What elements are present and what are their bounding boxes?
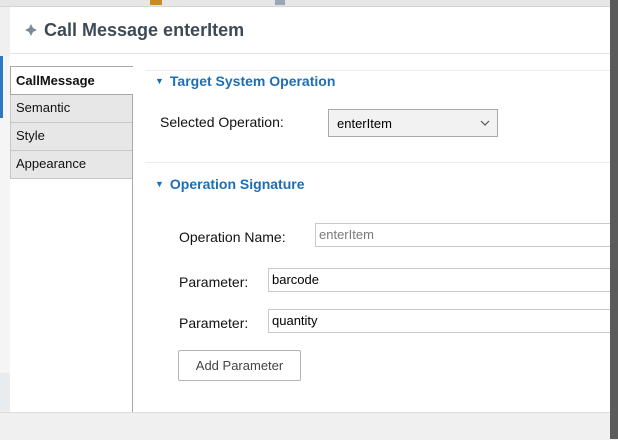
parameter-label: Parameter: — [179, 274, 249, 290]
properties-panel: CallMessage Semantic Style Appearance ▼ … — [10, 54, 615, 412]
section-divider — [145, 70, 610, 71]
tab-semantic[interactable]: Semantic — [10, 95, 132, 123]
page-title: Call Message enterItem — [44, 19, 245, 40]
left-lower-strip — [0, 373, 10, 411]
operation-name-label: Operation Name: — [179, 229, 286, 245]
collapse-arrow-icon: ▼ — [155, 179, 164, 189]
properties-header: Call Message enterItem — [10, 7, 610, 54]
vertical-scrollbar[interactable] — [610, 0, 618, 439]
property-tabs: CallMessage Semantic Style Appearance — [10, 66, 133, 412]
diamond-icon — [24, 23, 38, 37]
signature-section-title: Operation Signature — [169, 176, 305, 192]
section-divider — [145, 162, 610, 163]
signature-section-header[interactable]: ▼ Operation Signature — [155, 176, 305, 192]
toolbar-icon-fragment — [275, 0, 285, 5]
tab-callmessage[interactable]: CallMessage — [10, 66, 133, 95]
bottom-status-area — [0, 412, 610, 440]
operation-name-field[interactable]: enterItem — [315, 223, 615, 247]
selected-operation-label: Selected Operation: — [160, 114, 284, 130]
parameter-field-barcode[interactable]: barcode — [268, 268, 615, 292]
top-toolbar-strip — [0, 0, 610, 7]
chevron-down-icon — [473, 120, 497, 126]
left-selection-accent — [0, 56, 3, 118]
tab-style[interactable]: Style — [10, 123, 132, 151]
toolbar-icon-fragment — [150, 0, 162, 5]
target-section-title: Target System Operation — [169, 73, 336, 89]
collapse-arrow-icon: ▼ — [155, 76, 164, 86]
selected-operation-combo[interactable]: enterItem — [328, 109, 498, 137]
tab-appearance[interactable]: Appearance — [10, 151, 132, 179]
parameter-field-quantity[interactable]: quantity — [268, 309, 615, 333]
parameter-label: Parameter: — [179, 315, 249, 331]
add-parameter-button[interactable]: Add Parameter — [178, 350, 301, 381]
tab-content: ▼ Target System Operation Selected Opera… — [133, 54, 615, 412]
target-section-header[interactable]: ▼ Target System Operation — [155, 73, 335, 89]
selected-operation-value: enterItem — [337, 115, 392, 131]
